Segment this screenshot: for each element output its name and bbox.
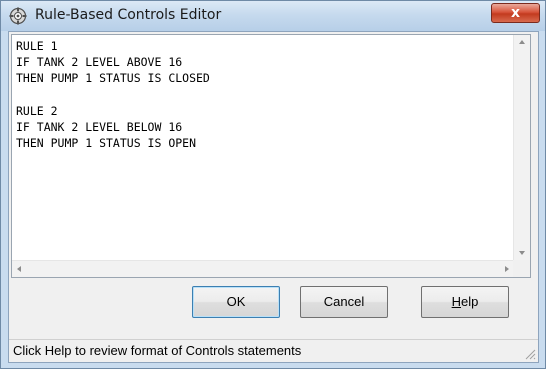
dialog-window: Rule-Based Controls Editor x RULE 1 IF T… bbox=[0, 0, 546, 369]
horizontal-scrollbar[interactable] bbox=[12, 260, 514, 277]
help-mnemonic: H bbox=[451, 294, 462, 309]
title-bar[interactable]: Rule-Based Controls Editor x bbox=[1, 1, 545, 31]
rules-editor[interactable]: RULE 1 IF TANK 2 LEVEL ABOVE 16 THEN PUM… bbox=[11, 34, 531, 278]
dialog-client-area: RULE 1 IF TANK 2 LEVEL ABOVE 16 THEN PUM… bbox=[8, 31, 539, 363]
vertical-scrollbar[interactable] bbox=[513, 35, 530, 260]
help-label-rest: elp bbox=[461, 294, 479, 309]
close-button[interactable]: x bbox=[491, 3, 540, 23]
scroll-left-icon[interactable] bbox=[17, 266, 21, 272]
ok-button[interactable]: OK bbox=[192, 286, 280, 318]
help-button[interactable]: Help bbox=[421, 286, 509, 318]
scroll-up-icon[interactable] bbox=[519, 40, 525, 44]
rules-text[interactable]: RULE 1 IF TANK 2 LEVEL ABOVE 16 THEN PUM… bbox=[13, 36, 513, 259]
app-icon bbox=[9, 7, 27, 25]
status-bar: Click Help to review format of Controls … bbox=[9, 339, 538, 362]
scrollbar-corner bbox=[513, 260, 530, 277]
status-text: Click Help to review format of Controls … bbox=[13, 343, 302, 358]
scroll-down-icon[interactable] bbox=[519, 251, 525, 255]
resize-grip-icon[interactable] bbox=[524, 348, 536, 360]
cancel-button[interactable]: Cancel bbox=[300, 286, 388, 318]
scroll-right-icon[interactable] bbox=[505, 266, 509, 272]
close-icon: x bbox=[510, 5, 521, 21]
window-title: Rule-Based Controls Editor bbox=[35, 7, 222, 23]
